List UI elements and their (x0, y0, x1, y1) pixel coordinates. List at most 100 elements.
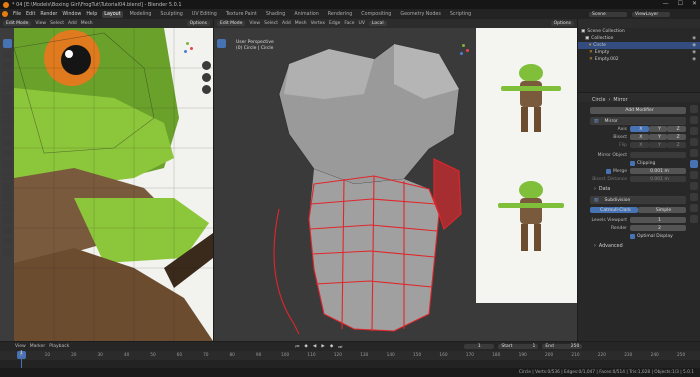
move-tool-icon[interactable] (3, 61, 12, 70)
material-tab-icon[interactable] (690, 215, 698, 223)
main-rotate-tool-icon[interactable] (217, 72, 226, 81)
mirror-object-field[interactable] (630, 152, 686, 158)
tool-tab-icon[interactable] (690, 105, 698, 113)
shrink-fatten-tool-icon[interactable] (3, 226, 12, 235)
particles-tab-icon[interactable] (690, 171, 698, 179)
cursor-tool-icon[interactable] (3, 50, 12, 59)
rip-tool-icon[interactable] (3, 248, 12, 257)
play-reverse-icon[interactable]: ◀ (313, 344, 316, 350)
levels-viewport-field[interactable]: 1 (630, 217, 686, 223)
main-extrude-tool-icon[interactable] (217, 127, 226, 136)
menu-render[interactable]: Render (40, 12, 57, 17)
main-cursor-tool-icon[interactable] (217, 50, 226, 59)
poly-build-tool-icon[interactable] (3, 182, 12, 191)
workspace-tab-texture-paint[interactable]: Texture Paint (224, 11, 259, 18)
left-zoom-icon[interactable] (202, 61, 211, 70)
left-menu-view[interactable]: View (35, 21, 46, 26)
workspace-tab-scripting[interactable]: Scripting (448, 11, 473, 18)
extrude-tool-icon[interactable] (3, 127, 12, 136)
main-annotate-tool-icon[interactable] (217, 105, 226, 114)
workspace-tab-shading[interactable]: Shading (264, 11, 288, 18)
menu-file[interactable]: File (13, 12, 21, 17)
left-camera-icon[interactable] (202, 85, 211, 94)
bisect-y-toggle[interactable]: Y (648, 134, 668, 140)
subsurf-name-field[interactable]: Subdivision (601, 197, 686, 203)
flip-z-toggle[interactable]: Z (667, 142, 687, 148)
main-navigation-gizmo[interactable] (456, 43, 470, 57)
visibility-eye-icon[interactable]: ◉ (692, 36, 696, 41)
frame-ruler[interactable] (0, 351, 700, 360)
workspace-tab-uv-editing[interactable]: UV Editing (190, 11, 219, 18)
main-camera-icon[interactable] (462, 87, 471, 96)
workspace-tab-layout[interactable]: Layout (102, 10, 123, 18)
timeline-menu-view[interactable]: View (15, 344, 26, 349)
edge-slide-tool-icon[interactable] (3, 215, 12, 224)
workspace-tab-sculpting[interactable]: Sculpting (158, 11, 184, 18)
advanced-subpanel[interactable]: › Advanced (590, 242, 686, 250)
main-menu-view[interactable]: View (249, 21, 260, 26)
transform-orientation-dropdown[interactable]: Local (368, 21, 387, 26)
main-viewport[interactable]: Edit Mode View Select Add Mesh Vertex Ed… (214, 19, 577, 341)
bevel-tool-icon[interactable] (3, 149, 12, 158)
main-edge-slide-tool-icon[interactable] (217, 215, 226, 224)
scene-selector[interactable]: Scene (589, 11, 627, 17)
view-layer-selector[interactable]: ViewLayer (632, 11, 670, 17)
shear-tool-icon[interactable] (3, 237, 12, 246)
optimal-display-checkbox[interactable] (630, 233, 635, 239)
outliner-item-empty[interactable]: ✕ Empty ◉ (578, 49, 700, 56)
bisect-distance-field[interactable]: 0.001 m (630, 176, 686, 182)
main-bevel-tool-icon[interactable] (217, 149, 226, 158)
blender-menu-icon[interactable] (2, 11, 8, 17)
visibility-eye-icon-empty[interactable]: ◉ (692, 50, 696, 55)
measure-tool-icon[interactable] (3, 116, 12, 125)
spin-tool-icon[interactable] (3, 193, 12, 202)
axis-y-toggle[interactable]: Y (648, 126, 668, 132)
loop-cut-tool-icon[interactable] (3, 160, 12, 169)
left-options-button[interactable]: Options (186, 21, 210, 26)
main-scale-tool-icon[interactable] (217, 83, 226, 92)
subsurf-modifier-header[interactable]: ▥ Subdivision (590, 196, 686, 204)
main-zoom-icon[interactable] (462, 63, 471, 72)
main-options-button[interactable]: Options (550, 21, 574, 26)
left-menu-select[interactable]: Select (50, 21, 64, 26)
data-subpanel[interactable]: › Data (590, 185, 686, 193)
rotate-tool-icon[interactable] (3, 72, 12, 81)
catmull-clark-toggle[interactable]: Catmull-Clark (590, 207, 638, 213)
play-icon[interactable]: ▶ (321, 344, 324, 350)
constraints-tab-icon[interactable] (690, 193, 698, 201)
outliner-item-circle[interactable]: ▾ Circle ◉ (578, 42, 700, 49)
main-move-tool-icon[interactable] (217, 61, 226, 70)
main-menu-uv[interactable]: UV (359, 21, 365, 26)
visibility-eye-icon-circle[interactable]: ◉ (692, 43, 696, 48)
minimize-button[interactable]: — (663, 0, 669, 7)
main-menu-vertex[interactable]: Vertex (311, 21, 325, 26)
workspace-tab-compositing[interactable]: Compositing (359, 11, 393, 18)
workspace-tab-rendering[interactable]: Rendering (326, 11, 355, 18)
outliner-item-collection[interactable]: ▣ Collection ◉ (578, 35, 700, 42)
main-shear-tool-icon[interactable] (217, 237, 226, 246)
workspace-tab-modeling[interactable]: Modeling (128, 11, 154, 18)
smooth-tool-icon[interactable] (3, 204, 12, 213)
main-shrink-tool-icon[interactable] (217, 226, 226, 235)
mirror-name-field[interactable]: Mirror (601, 118, 686, 124)
workspace-tab-animation[interactable]: Animation (292, 11, 320, 18)
menu-help[interactable]: Help (86, 12, 97, 17)
merge-distance-field[interactable]: 0.001 m (630, 168, 686, 174)
flip-y-toggle[interactable]: Y (648, 142, 668, 148)
inset-tool-icon[interactable] (3, 138, 12, 147)
bisect-z-toggle[interactable]: Z (667, 134, 687, 140)
select-box-tool-icon[interactable] (3, 39, 12, 48)
render-levels-field[interactable]: 2 (630, 225, 686, 231)
main-pan-icon[interactable] (462, 75, 471, 84)
simple-toggle[interactable]: Simple (638, 207, 686, 213)
render-tab-icon[interactable] (690, 116, 698, 124)
left-menu-add[interactable]: Add (68, 21, 77, 26)
scene-collection-row[interactable]: ▣ Scene Collection (578, 28, 700, 35)
start-frame-field[interactable]: Start 1 (498, 344, 539, 349)
close-button[interactable]: ✕ (692, 0, 697, 7)
main-menu-mesh[interactable]: Mesh (295, 21, 307, 26)
jump-start-icon[interactable]: ⏮ (295, 344, 299, 350)
left-viewport[interactable]: Edit Mode View Select Add Mesh Options (0, 19, 213, 341)
object-tab-icon[interactable] (690, 149, 698, 157)
timeline-menu-playback[interactable]: Playback (49, 344, 69, 349)
